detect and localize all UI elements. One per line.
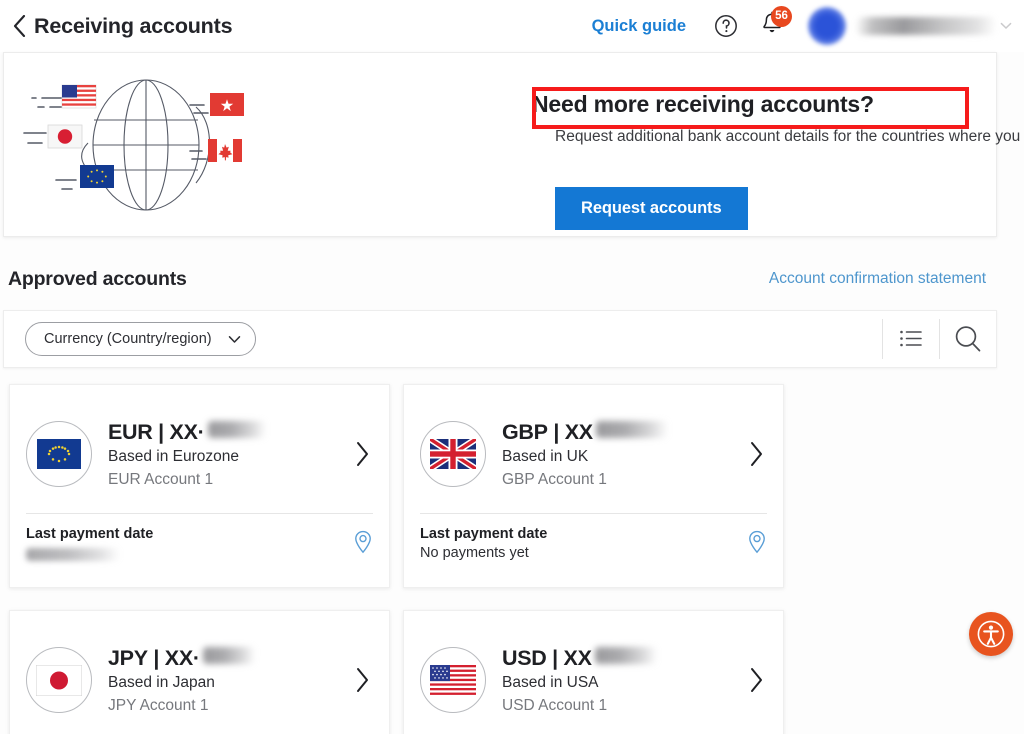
notification-badge: 56: [771, 6, 792, 27]
account-open-button[interactable]: [743, 667, 769, 693]
account-card-text: EUR | XX· Based in Eurozone EUR Account 1: [108, 420, 349, 489]
account-number-masked: [207, 420, 266, 438]
account-card[interactable]: GBP | XX Based in UK GBP Account 1 Last pay…: [403, 384, 784, 588]
account-identifier: GBP | XX: [502, 420, 743, 445]
jp-flag-small: [47, 124, 83, 148]
chevron-left-icon: [13, 15, 25, 37]
account-open-button[interactable]: [349, 667, 375, 693]
username-label: [856, 17, 996, 35]
promo-content: Need more receiving accounts? Request ad…: [274, 65, 1024, 230]
account-card-footer: Last payment date: [10, 514, 389, 561]
back-button[interactable]: [6, 11, 32, 41]
page-header: Receiving accounts Quick guide 56: [0, 0, 1024, 52]
notifications-button[interactable]: 56: [760, 6, 792, 41]
accessibility-widget-button[interactable]: [969, 612, 1013, 656]
account-card-text: GBP | XX Based in UK GBP Account 1: [502, 420, 743, 489]
chevron-right-icon: [750, 668, 762, 692]
section-title: Approved accounts: [8, 267, 187, 290]
account-alias: EUR Account 1: [108, 470, 214, 488]
ca-flag-small: [208, 138, 242, 162]
search-icon: [955, 326, 981, 352]
last-payment-value: No payments yet: [420, 545, 529, 561]
account-location-button[interactable]: [353, 530, 373, 559]
location-pin-icon: [355, 530, 371, 554]
account-number-masked: [595, 420, 668, 438]
account-identifier: USD | XX: [502, 646, 743, 671]
account-card[interactable]: JPY | XX·Based in JapanJPY Account 1Last…: [9, 610, 390, 734]
account-card-header: EUR | XX· Based in Eurozone EUR Account 1: [10, 385, 389, 505]
account-card[interactable]: USD | XXBased in USAUSD Account 1Last pa…: [403, 610, 784, 734]
chevron-right-icon: [356, 442, 368, 466]
account-location-button[interactable]: [747, 530, 767, 559]
eu-flag: [26, 421, 92, 487]
currency-filter-dropdown[interactable]: Currency (Country/region): [25, 322, 256, 356]
approved-accounts-header: Approved accounts Account confirmation s…: [0, 262, 1024, 296]
us-flag: [420, 647, 486, 713]
account-identifier: EUR | XX·: [108, 420, 349, 445]
accounts-toolbar: Currency (Country/region): [3, 310, 997, 368]
account-card[interactable]: EUR | XX· Based in Eurozone EUR Account 1 L…: [9, 384, 390, 588]
last-payment-block: Last payment date No payments yet: [420, 526, 547, 561]
eu-flag-small: [80, 164, 114, 188]
help-icon[interactable]: [714, 14, 738, 38]
account-alias: JPY Account 1: [108, 696, 209, 714]
account-confirmation-statement-link[interactable]: Account confirmation statement: [769, 270, 986, 288]
jp-flag: [26, 647, 92, 713]
uk-flag: [420, 421, 486, 487]
search-button[interactable]: [940, 317, 996, 361]
us-flag-small: [61, 84, 97, 108]
last-payment-value: [26, 548, 120, 561]
header-actions: Quick guide 56: [592, 0, 1024, 52]
last-payment-block: Last payment date: [26, 526, 153, 561]
promo-subtitle: Request additional bank account details …: [555, 127, 1024, 145]
list-view-button[interactable]: [883, 317, 939, 361]
currency-filter-label: Currency (Country/region): [44, 331, 212, 347]
hk-flag-small: [210, 92, 244, 116]
account-country: Based in USA: [502, 673, 599, 691]
promo-banner: Need more receiving accounts? Request ad…: [3, 52, 1024, 237]
account-number-masked: [594, 646, 657, 664]
last-payment-label: Last payment date: [26, 526, 154, 542]
account-card-header: GBP | XX Based in UK GBP Account 1: [404, 385, 783, 505]
account-number-masked: [202, 646, 255, 664]
list-view-icon: [900, 330, 922, 347]
accessibility-person-icon: [977, 620, 1005, 648]
toolbar-actions: [882, 317, 996, 361]
account-alias: GBP Account 1: [502, 470, 607, 488]
chevron-right-icon: [356, 668, 368, 692]
account-alias: USD Account 1: [502, 696, 608, 714]
account-card-header: USD | XX Based in USA USD Account 1: [404, 611, 783, 731]
avatar[interactable]: [808, 7, 846, 45]
account-card-text: JPY | XX· Based in Japan JPY Account 1: [108, 646, 349, 715]
quick-guide-link[interactable]: Quick guide: [592, 17, 686, 36]
chevron-down-icon: [228, 335, 240, 343]
account-identifier: JPY | XX·: [108, 646, 349, 671]
promo-title: Need more receiving accounts?: [532, 90, 874, 117]
account-code: GBP | XX: [502, 419, 593, 444]
receiving-accounts-page: Receiving accounts Quick guide 56 Need m…: [0, 0, 1024, 734]
account-card-text: USD | XX Based in USA USD Account 1: [502, 646, 743, 715]
account-code: USD | XX: [502, 645, 592, 670]
account-code: JPY | XX·: [108, 645, 200, 670]
account-country: Based in Eurozone: [108, 447, 239, 465]
globe-with-flags-illustration: [23, 78, 244, 211]
request-accounts-button[interactable]: Request accounts: [555, 186, 748, 230]
page-title: Receiving accounts: [34, 13, 233, 38]
account-card-footer: Last payment date No payments yet: [404, 514, 783, 561]
account-card-header: JPY | XX· Based in Japan JPY Account 1: [10, 611, 389, 731]
account-open-button[interactable]: [349, 441, 375, 467]
account-country: Based in Japan: [108, 673, 215, 691]
location-pin-icon: [749, 530, 765, 554]
account-country: Based in UK: [502, 447, 589, 465]
chevron-down-icon[interactable]: [1000, 21, 1012, 31]
accounts-grid: EUR | XX· Based in Eurozone EUR Account 1 L…: [9, 384, 1015, 734]
account-code: EUR | XX·: [108, 419, 205, 444]
chevron-right-icon: [750, 442, 762, 466]
account-open-button[interactable]: [743, 441, 769, 467]
last-payment-label: Last payment date: [420, 526, 548, 542]
